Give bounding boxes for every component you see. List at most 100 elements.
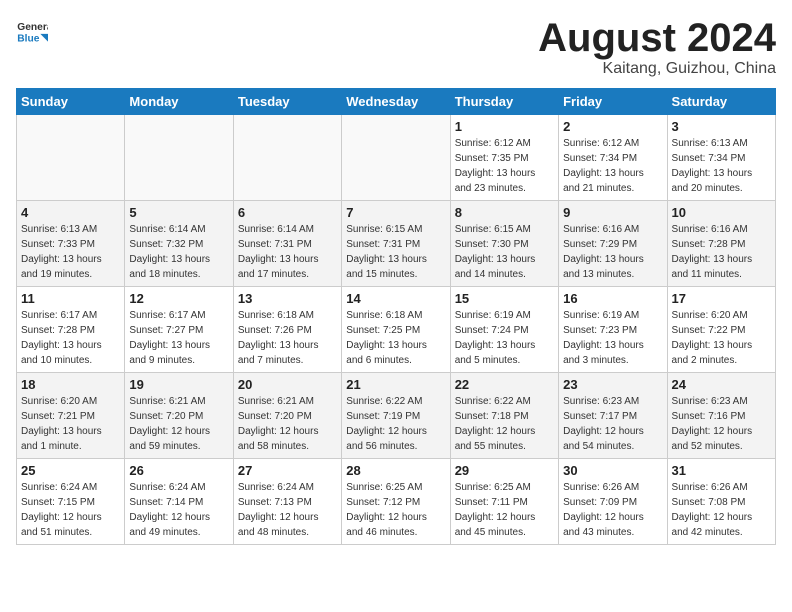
weekday-header-thursday: Thursday	[450, 89, 558, 115]
logo-icon: General Blue	[16, 16, 48, 48]
logo: General Blue	[16, 16, 48, 48]
day-number: 5	[129, 205, 228, 220]
day-info: Sunrise: 6:20 AM Sunset: 7:22 PM Dayligh…	[672, 308, 771, 368]
day-info: Sunrise: 6:16 AM Sunset: 7:28 PM Dayligh…	[672, 222, 771, 282]
day-info: Sunrise: 6:13 AM Sunset: 7:34 PM Dayligh…	[672, 136, 771, 196]
calendar-cell: 4Sunrise: 6:13 AM Sunset: 7:33 PM Daylig…	[17, 201, 125, 287]
title-block: August 2024 Kaitang, Guizhou, China	[538, 16, 776, 78]
day-number: 8	[455, 205, 554, 220]
calendar-week-row: 1 Sunrise: 6:12 AM Sunset: 7:35 PM Daylig…	[17, 115, 776, 201]
day-info: Sunrise: 6:16 AM Sunset: 7:29 PM Dayligh…	[563, 222, 662, 282]
weekday-header-wednesday: Wednesday	[342, 89, 450, 115]
day-number: 30	[563, 463, 662, 478]
calendar-week-row: 25 Sunrise: 6:24 AM Sunset: 7:15 PM Dayli…	[17, 459, 776, 545]
calendar-week-row: 11 Sunrise: 6:17 AM Sunset: 7:28 PM Dayli…	[17, 287, 776, 373]
day-info: Sunrise: 6:15 AM Sunset: 7:30 PM Dayligh…	[455, 222, 554, 282]
day-info: Sunrise: 6:24 AM Sunset: 7:15 PM Dayligh…	[21, 480, 120, 540]
calendar-cell: 9 Sunrise: 6:16 AM Sunset: 7:29 PM Daylig…	[559, 201, 667, 287]
day-number: 19	[129, 377, 228, 392]
day-number: 12	[129, 291, 228, 306]
calendar-cell: 30 Sunrise: 6:26 AM Sunset: 7:09 PM Dayli…	[559, 459, 667, 545]
day-info: Sunrise: 6:26 AM Sunset: 7:08 PM Dayligh…	[672, 480, 771, 540]
svg-text:Blue: Blue	[17, 34, 39, 45]
calendar-cell: 7Sunrise: 6:15 AM Sunset: 7:31 PM Daylig…	[342, 201, 450, 287]
weekday-header-sunday: Sunday	[17, 89, 125, 115]
calendar-cell: 16Sunrise: 6:19 AM Sunset: 7:23 PM Dayli…	[559, 287, 667, 373]
calendar-cell: 1 Sunrise: 6:12 AM Sunset: 7:35 PM Daylig…	[450, 115, 558, 201]
calendar-cell	[125, 115, 233, 201]
calendar-cell: 28 Sunrise: 6:25 AM Sunset: 7:12 PM Dayli…	[342, 459, 450, 545]
location-title: Kaitang, Guizhou, China	[538, 60, 776, 78]
day-number: 9	[563, 205, 662, 220]
day-number: 25	[21, 463, 120, 478]
day-info: Sunrise: 6:22 AM Sunset: 7:18 PM Dayligh…	[455, 394, 554, 454]
day-number: 24	[672, 377, 771, 392]
calendar-cell: 3 Sunrise: 6:13 AM Sunset: 7:34 PM Daylig…	[667, 115, 775, 201]
day-info: Sunrise: 6:15 AM Sunset: 7:31 PM Dayligh…	[346, 222, 445, 282]
calendar-cell	[342, 115, 450, 201]
calendar-cell: 14Sunrise: 6:18 AM Sunset: 7:25 PM Dayli…	[342, 287, 450, 373]
day-info: Sunrise: 6:12 AM Sunset: 7:34 PM Dayligh…	[563, 136, 662, 196]
day-info: Sunrise: 6:24 AM Sunset: 7:14 PM Dayligh…	[129, 480, 228, 540]
day-number: 1	[455, 119, 554, 134]
calendar-cell: 6Sunrise: 6:14 AM Sunset: 7:31 PM Daylig…	[233, 201, 341, 287]
day-info: Sunrise: 6:17 AM Sunset: 7:28 PM Dayligh…	[21, 308, 120, 368]
calendar-cell: 23 Sunrise: 6:23 AM Sunset: 7:17 PM Dayli…	[559, 373, 667, 459]
day-number: 14	[346, 291, 445, 306]
day-info: Sunrise: 6:24 AM Sunset: 7:13 PM Dayligh…	[238, 480, 337, 540]
calendar-cell: 20Sunrise: 6:21 AM Sunset: 7:20 PM Dayli…	[233, 373, 341, 459]
weekday-header-saturday: Saturday	[667, 89, 775, 115]
calendar-cell: 10Sunrise: 6:16 AM Sunset: 7:28 PM Dayli…	[667, 201, 775, 287]
day-number: 21	[346, 377, 445, 392]
calendar-cell: 13Sunrise: 6:18 AM Sunset: 7:26 PM Dayli…	[233, 287, 341, 373]
day-info: Sunrise: 6:19 AM Sunset: 7:24 PM Dayligh…	[455, 308, 554, 368]
calendar-cell: 24 Sunrise: 6:23 AM Sunset: 7:16 PM Dayli…	[667, 373, 775, 459]
calendar-cell: 15 Sunrise: 6:19 AM Sunset: 7:24 PM Dayli…	[450, 287, 558, 373]
calendar-cell: 2 Sunrise: 6:12 AM Sunset: 7:34 PM Daylig…	[559, 115, 667, 201]
day-number: 6	[238, 205, 337, 220]
day-info: Sunrise: 6:17 AM Sunset: 7:27 PM Dayligh…	[129, 308, 228, 368]
day-number: 15	[455, 291, 554, 306]
day-number: 28	[346, 463, 445, 478]
day-number: 26	[129, 463, 228, 478]
day-info: Sunrise: 6:19 AM Sunset: 7:23 PM Dayligh…	[563, 308, 662, 368]
calendar-week-row: 18Sunrise: 6:20 AM Sunset: 7:21 PM Dayli…	[17, 373, 776, 459]
day-info: Sunrise: 6:14 AM Sunset: 7:32 PM Dayligh…	[129, 222, 228, 282]
day-info: Sunrise: 6:20 AM Sunset: 7:21 PM Dayligh…	[21, 394, 120, 454]
day-number: 27	[238, 463, 337, 478]
day-info: Sunrise: 6:12 AM Sunset: 7:35 PM Dayligh…	[455, 136, 554, 196]
weekday-header-row: SundayMondayTuesdayWednesdayThursdayFrid…	[17, 89, 776, 115]
day-info: Sunrise: 6:25 AM Sunset: 7:12 PM Dayligh…	[346, 480, 445, 540]
calendar-cell: 21 Sunrise: 6:22 AM Sunset: 7:19 PM Dayli…	[342, 373, 450, 459]
calendar-cell: 25 Sunrise: 6:24 AM Sunset: 7:15 PM Dayli…	[17, 459, 125, 545]
calendar-cell: 26 Sunrise: 6:24 AM Sunset: 7:14 PM Dayli…	[125, 459, 233, 545]
day-number: 29	[455, 463, 554, 478]
day-number: 3	[672, 119, 771, 134]
day-info: Sunrise: 6:23 AM Sunset: 7:16 PM Dayligh…	[672, 394, 771, 454]
day-number: 13	[238, 291, 337, 306]
calendar-cell: 11 Sunrise: 6:17 AM Sunset: 7:28 PM Dayli…	[17, 287, 125, 373]
page-header: General Blue August 2024 Kaitang, Guizho…	[16, 16, 776, 78]
svg-text:General: General	[17, 22, 48, 33]
calendar-cell: 31 Sunrise: 6:26 AM Sunset: 7:08 PM Dayli…	[667, 459, 775, 545]
day-number: 31	[672, 463, 771, 478]
day-number: 17	[672, 291, 771, 306]
calendar-cell	[233, 115, 341, 201]
day-info: Sunrise: 6:21 AM Sunset: 7:20 PM Dayligh…	[238, 394, 337, 454]
day-number: 11	[21, 291, 120, 306]
day-number: 22	[455, 377, 554, 392]
calendar-cell: 29Sunrise: 6:25 AM Sunset: 7:11 PM Dayli…	[450, 459, 558, 545]
calendar-cell: 12 Sunrise: 6:17 AM Sunset: 7:27 PM Dayli…	[125, 287, 233, 373]
calendar-week-row: 4Sunrise: 6:13 AM Sunset: 7:33 PM Daylig…	[17, 201, 776, 287]
calendar-cell: 17 Sunrise: 6:20 AM Sunset: 7:22 PM Dayli…	[667, 287, 775, 373]
calendar-cell: 8 Sunrise: 6:15 AM Sunset: 7:30 PM Daylig…	[450, 201, 558, 287]
day-number: 4	[21, 205, 120, 220]
day-number: 23	[563, 377, 662, 392]
day-info: Sunrise: 6:21 AM Sunset: 7:20 PM Dayligh…	[129, 394, 228, 454]
calendar-cell: 27 Sunrise: 6:24 AM Sunset: 7:13 PM Dayli…	[233, 459, 341, 545]
day-info: Sunrise: 6:22 AM Sunset: 7:19 PM Dayligh…	[346, 394, 445, 454]
day-info: Sunrise: 6:23 AM Sunset: 7:17 PM Dayligh…	[563, 394, 662, 454]
calendar-cell	[17, 115, 125, 201]
day-number: 2	[563, 119, 662, 134]
day-info: Sunrise: 6:26 AM Sunset: 7:09 PM Dayligh…	[563, 480, 662, 540]
